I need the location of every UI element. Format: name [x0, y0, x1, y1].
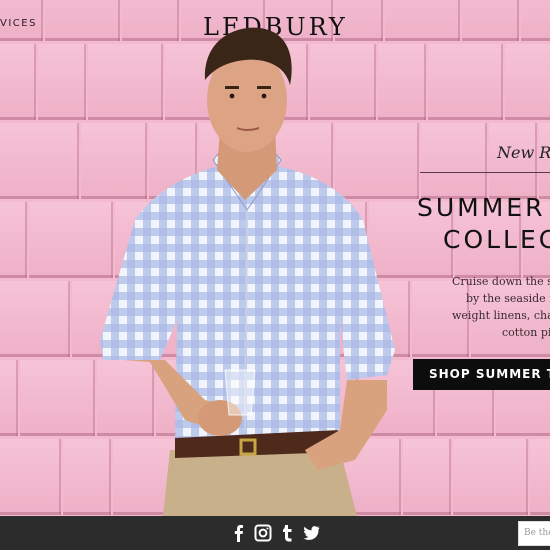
promo-kicker: New Rel [497, 143, 550, 162]
shop-summer-travel-button[interactable]: SHOP SUMMER TRAV [413, 359, 550, 390]
facebook-icon[interactable] [230, 524, 248, 542]
shingle [0, 360, 18, 436]
promo-divider [420, 172, 550, 173]
promo-description-line: cotton piq [502, 326, 550, 339]
shingle [521, 0, 550, 41]
promo-description-line: weight linens, cha [452, 309, 550, 322]
twitter-icon[interactable] [302, 524, 320, 542]
promo-description-line: Cruise down the sho [452, 275, 550, 288]
tumblr-icon[interactable] [279, 524, 297, 542]
promo-title-line1: SUMMER [417, 193, 546, 222]
shingle [505, 44, 550, 120]
promo-description: Cruise down the sho by the seaside in c … [452, 273, 550, 341]
promo-title: SUMMER COLLEC [417, 192, 550, 256]
footer-bar [0, 516, 550, 550]
shingle [0, 439, 61, 515]
shingle [0, 123, 79, 199]
shingle [462, 0, 519, 41]
shingle [20, 360, 95, 436]
shingle [0, 202, 27, 278]
shingle [428, 44, 503, 120]
nav-services-link[interactable]: VICES [0, 18, 37, 29]
instagram-icon[interactable] [254, 524, 272, 542]
shingle [0, 281, 70, 357]
newsletter-email-input[interactable]: Be the [518, 521, 550, 546]
shingle [403, 439, 451, 515]
hero-banner: VICES LEDBURY New SUMMER COLLEC Cruise d… [0, 0, 550, 516]
shingle [421, 123, 487, 199]
promo-title-line2: COLLEC [443, 225, 550, 254]
shingle [530, 439, 550, 515]
model-photo [100, 27, 395, 516]
shingle [453, 439, 528, 515]
promo-description-line: by the seaside in c [466, 292, 550, 305]
shingle [0, 44, 36, 120]
shingle [38, 44, 86, 120]
